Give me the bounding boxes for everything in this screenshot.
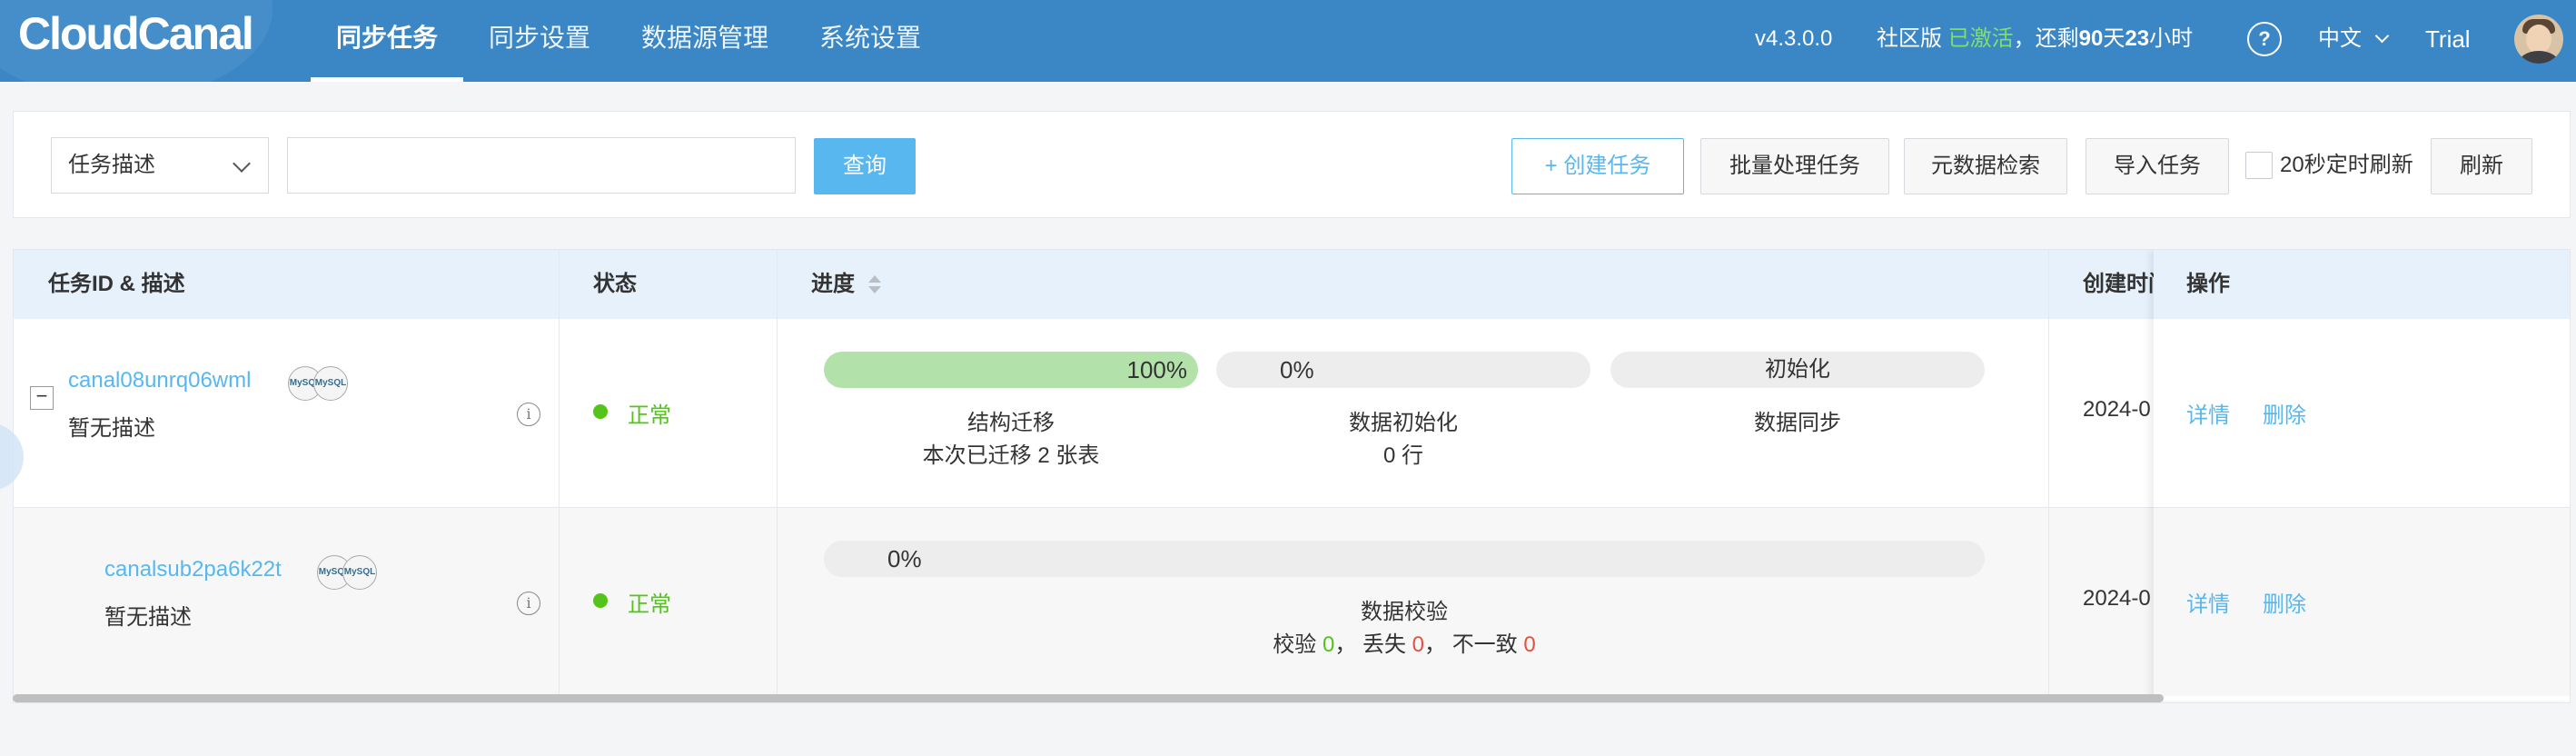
column-header-created-time: 创建时间 [2083, 272, 2154, 296]
stage-name-data-init: 数据初始化 [1349, 411, 1458, 435]
stage-name-data-sync: 数据同步 [1754, 411, 1841, 435]
remaining-prefix: ，还剩 [2013, 26, 2079, 51]
create-task-button[interactable]: + 创建任务 [1511, 138, 1684, 194]
mysql-target-icon: MySQL [342, 555, 377, 590]
mysql-target-icon: MySQL [313, 366, 348, 401]
progress-status: 初始化 [1765, 357, 1830, 382]
refresh-button[interactable]: 刷新 [2431, 138, 2532, 194]
nav-tab-system-settings[interactable]: 系统设置 [819, 0, 921, 82]
status-dot-icon [593, 404, 608, 419]
progress-percent: 0% [887, 545, 922, 572]
task-id-link[interactable]: canal08unrq06wml [68, 368, 251, 393]
task-id-link[interactable]: canalsub2pa6k22t [104, 557, 282, 582]
sort-icon[interactable] [868, 275, 881, 295]
cloudcanal-logo[interactable]: CloudCanal [18, 7, 254, 60]
lost-label: 丢失 [1362, 632, 1406, 657]
import-task-button[interactable]: 导入任务 [2086, 138, 2229, 194]
remaining-days: 90 [2078, 26, 2104, 51]
query-button[interactable]: 查询 [814, 138, 916, 194]
search-field-select-value: 任务描述 [68, 153, 155, 177]
task-description: 暂无描述 [104, 605, 192, 630]
collapse-row-button[interactable]: − [30, 386, 54, 410]
delete-link[interactable]: 删除 [2263, 586, 2306, 618]
column-divider [777, 250, 778, 701]
table-header: 任务ID & 描述 状态 进度 创建时间 操作 [14, 250, 2570, 320]
status-text: 正常 [628, 592, 671, 617]
delete-link[interactable]: 删除 [2263, 397, 2306, 429]
metadata-search-button[interactable]: 元数据检索 [1904, 138, 2067, 194]
created-time: 2024-0 [2083, 586, 2151, 611]
stage-detail-structure: 本次已迁移 2 张表 [922, 443, 1100, 468]
auto-refresh-label[interactable]: 20秒定时刷新 [2280, 151, 2413, 180]
progress-percent: 0% [1280, 356, 1314, 383]
license-status: 社区版 已激活，还剩90天23小时 [1877, 0, 2193, 82]
help-icon[interactable]: ? [2247, 22, 2282, 56]
task-description: 暂无描述 [68, 416, 155, 441]
separator: ， [1334, 632, 1357, 657]
check-count: 0 [1322, 632, 1335, 657]
column-header-actions: 操作 [2186, 272, 2230, 296]
column-header-task-id: 任务ID & 描述 [48, 272, 185, 296]
activation-status: 已激活 [1947, 26, 2014, 51]
column-header-progress[interactable]: 进度 [811, 250, 855, 319]
top-nav-bar: CloudCanal 同步任务 同步设置 数据源管理 系统设置 v4.3.0.0… [0, 0, 2576, 82]
remaining-hours: 23 [2125, 26, 2150, 51]
mismatch-label: 不一致 [1451, 632, 1518, 657]
version-text: v4.3.0.0 [1755, 26, 1833, 51]
progress-percent: 100% [1126, 356, 1188, 383]
batch-process-button[interactable]: 批量处理任务 [1700, 138, 1889, 194]
auto-refresh-checkbox[interactable] [2245, 152, 2273, 179]
check-label: 校验 [1273, 632, 1317, 657]
edition-label: 社区版 [1877, 26, 1942, 51]
lost-count: 0 [1412, 632, 1425, 657]
horizontal-scrollbar[interactable] [13, 694, 2164, 702]
column-divider [2048, 250, 2049, 701]
details-link[interactable]: 详情 [2186, 397, 2230, 429]
stage-name-data-check: 数据校验 [1361, 600, 1448, 624]
avatar-face [2526, 25, 2551, 54]
info-icon[interactable]: i [517, 592, 540, 615]
stage-detail-data-check: 校验 0， 丢失 0， 不一致 0 [824, 626, 1985, 658]
chevron-down-icon [2374, 28, 2389, 44]
progress-bar-data-init: 0% [1216, 352, 1590, 388]
nav-tab-datasource-management[interactable]: 数据源管理 [641, 0, 768, 82]
language-label: 中文 [2318, 26, 2362, 51]
days-unit: 天 [2103, 26, 2125, 51]
stage-detail-data-init: 0 行 [1382, 443, 1423, 468]
user-avatar[interactable] [2514, 15, 2563, 64]
task-table: 任务ID & 描述 状态 进度 创建时间 操作 − canal08unrq06w… [13, 249, 2571, 703]
search-field-select[interactable]: 任务描述 [51, 137, 269, 194]
chevron-down-icon [233, 154, 251, 173]
nav-tab-sync-tasks[interactable]: 同步任务 [310, 0, 464, 82]
stage-name-structure: 结构迁移 [967, 411, 1055, 435]
table-row: canalsub2pa6k22t MySQL MySQL 暂无描述 i 正常 0… [14, 508, 2570, 696]
search-input[interactable] [287, 137, 796, 194]
created-time: 2024-0 [2083, 397, 2151, 422]
details-link[interactable]: 详情 [2186, 586, 2230, 618]
table-row: − canal08unrq06wml MySQL MySQL 暂无描述 i 正常… [14, 319, 2570, 508]
user-name[interactable]: Trial [2425, 0, 2471, 82]
separator: ， [1424, 632, 1447, 657]
hours-unit: 小时 [2149, 26, 2194, 51]
progress-bar-data-check: 0% [824, 541, 1985, 577]
avatar-body [2518, 51, 2560, 64]
status-dot-icon [593, 593, 608, 608]
mismatch-count: 0 [1523, 632, 1536, 657]
language-select[interactable]: 中文 [2318, 0, 2389, 82]
column-header-status: 状态 [593, 272, 637, 296]
progress-bar-structure: 100% [824, 352, 1198, 388]
status-text: 正常 [628, 403, 671, 428]
progress-bar-data-sync: 初始化 [1610, 352, 1985, 388]
nav-tab-sync-settings[interactable]: 同步设置 [489, 0, 590, 82]
column-divider [559, 250, 560, 701]
info-icon[interactable]: i [517, 403, 540, 426]
